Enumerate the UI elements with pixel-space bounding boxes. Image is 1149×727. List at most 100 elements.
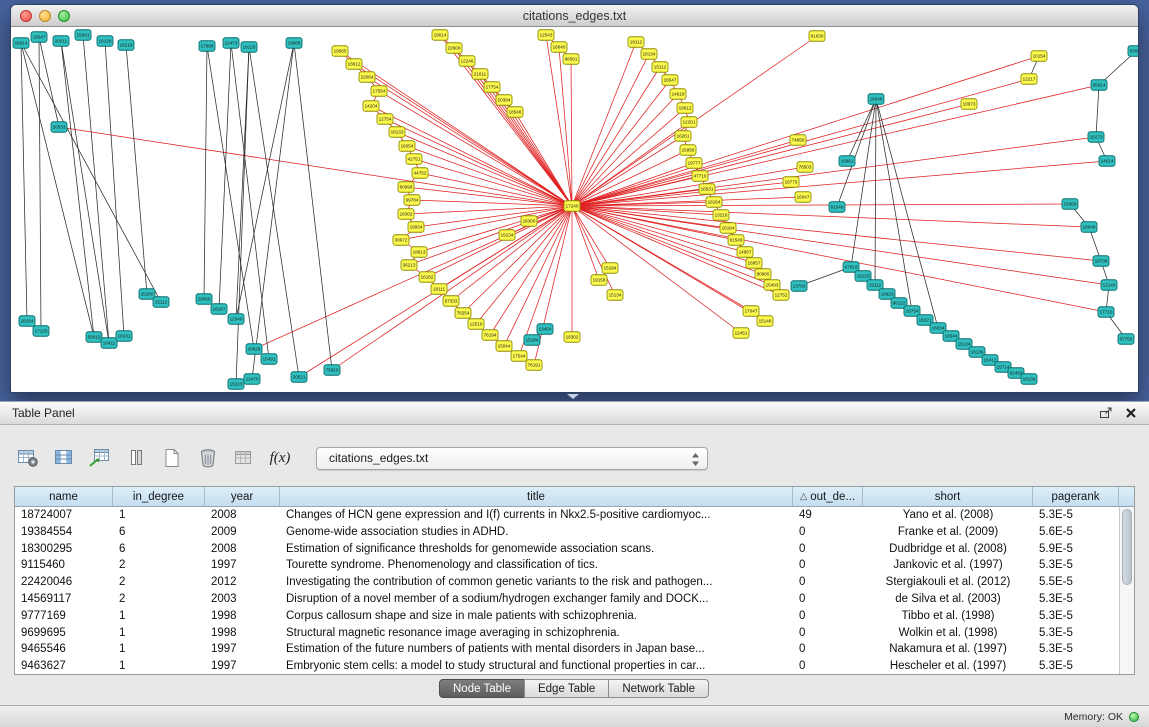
graph-node[interactable]: 15112 [652,62,668,73]
graph-node[interactable]: 12217 [1021,74,1037,85]
graph-node[interactable]: 59015 [86,332,102,343]
graph-node[interactable]: 16547 [662,75,678,86]
graph-edge[interactable] [451,206,572,301]
graph-node[interactable]: 20628 [246,344,262,355]
graph-edge[interactable] [572,85,1099,206]
graph-node[interactable]: 17754 [484,82,500,93]
graph-edge[interactable] [354,64,572,206]
table-row[interactable]: 969969511998Structural magnetic resonanc… [15,625,1119,642]
graph-node[interactable]: 16182 [419,272,435,283]
graph-node[interactable]: 20011 [53,36,69,47]
graph-node[interactable]: 18775 [783,177,799,188]
column-header-year[interactable]: year [205,487,280,506]
graph-node[interactable]: 15184 [602,263,618,274]
graph-edge[interactable] [572,167,805,206]
network-canvas[interactable]: 1724019565186122206417554142041275418133… [11,27,1138,392]
graph-node[interactable]: 96091 [563,54,579,65]
graph-edge[interactable] [572,137,1096,206]
graph-node[interactable]: 16219 [118,40,134,51]
graph-node[interactable]: 16164 [720,223,736,234]
graph-node[interactable]: 16047 [795,192,811,203]
graph-node[interactable]: 18957 [746,258,762,269]
graph-node[interactable]: 15112 [153,297,169,308]
table-scrollbar[interactable] [1119,507,1134,674]
graph-node[interactable]: 17999 [199,41,215,52]
graph-node[interactable]: 20059 [196,294,212,305]
graph-node[interactable]: 91549 [829,202,845,213]
graph-node[interactable]: 17125 [33,326,49,337]
graph-node[interactable]: 42751 [406,154,422,165]
graph-node[interactable]: 18134 [641,49,657,60]
graph-node[interactable]: 17544 [511,351,527,362]
graph-node[interactable]: 80998 [398,182,414,193]
graph-edge[interactable] [571,59,572,206]
graph-edge[interactable] [236,47,249,319]
graph-edge[interactable] [572,42,636,206]
graph-edge[interactable] [559,47,572,206]
column-chooser-icon[interactable] [122,444,150,472]
graph-node[interactable]: 18184 [19,316,35,327]
column-header-pagerank[interactable]: pagerank [1033,487,1119,506]
graph-node[interactable]: 18302 [564,332,580,343]
graph-node[interactable]: 19888 [286,38,302,49]
graph-node[interactable]: 76191 [526,360,542,371]
graph-node[interactable]: 19014 [432,30,448,41]
graph-edge[interactable] [401,206,572,240]
close-window-button[interactable] [20,10,32,22]
column-header-in_degree[interactable]: in_degree [113,487,205,506]
graph-edge[interactable] [83,35,109,343]
column-header-short[interactable]: short [863,487,1033,506]
graph-node[interactable]: 18547 [31,32,47,43]
table-settings-icon[interactable] [14,444,42,472]
graph-edge[interactable] [572,104,969,206]
network-file-select[interactable]: citations_edges.txt [316,447,708,470]
graph-node[interactable]: 74850 [790,135,806,146]
graph-node[interactable]: 59558 [1128,46,1138,57]
graph-node[interactable]: 99784 [404,195,420,206]
graph-node[interactable]: 15958 [1062,199,1078,210]
graph-node[interactable]: 15958 [680,145,696,156]
table-row[interactable]: 2242004622012Investigating the contribut… [15,574,1119,591]
graph-node[interactable]: 18613 [411,247,427,258]
tab-network-table[interactable]: Network Table [608,679,709,698]
graph-node[interactable]: 67750 [1118,334,1134,345]
graph-edge[interactable] [219,43,231,309]
graph-node[interactable]: 16048 [1081,222,1097,233]
graph-node[interactable]: 16261 [675,131,691,142]
graph-edge[interactable] [294,43,332,370]
graph-edge[interactable] [572,206,741,333]
graph-node[interactable]: 36213 [401,260,417,271]
import-table-icon[interactable] [86,444,114,472]
graph-edge[interactable] [21,43,27,321]
function-builder-icon[interactable]: f(x) [266,444,294,472]
graph-node[interactable]: 76254 [455,308,471,319]
graph-node[interactable]: 25260 [139,289,155,300]
graph-edge[interactable] [39,37,41,331]
graph-node[interactable]: 16273 [1088,132,1104,143]
show-columns-icon[interactable] [50,444,78,472]
delete-table-icon[interactable] [194,444,222,472]
graph-edge[interactable] [252,43,294,379]
graph-node[interactable]: 13454 [537,324,553,335]
graph-node[interactable]: 91549 [728,235,744,246]
graph-node[interactable]: 12543 [538,30,554,41]
graph-node[interactable]: 19612 [677,103,693,114]
graph-node[interactable]: 13793 [791,281,807,292]
graph-edge[interactable] [875,99,876,285]
graph-edge[interactable] [837,99,876,207]
graph-node[interactable]: 18128 [97,36,113,47]
graph-node[interactable]: 80965 [755,269,771,280]
column-header-title[interactable]: title [280,487,793,506]
graph-node[interactable]: 19158 [591,275,607,286]
graph-node[interactable]: 17554 [371,86,387,97]
new-table-icon[interactable] [158,444,186,472]
tab-edge-table[interactable]: Edge Table [524,679,609,698]
graph-node[interactable]: 20521 [291,372,307,383]
graph-node[interactable]: 15148 [757,316,773,327]
float-panel-icon[interactable] [1099,407,1113,420]
scrollbar-thumb[interactable] [1122,509,1132,585]
graph-node[interactable]: 19777 [686,158,702,169]
graph-node[interactable]: 18164 [706,197,722,208]
graph-node[interactable]: 10154 [1031,51,1047,62]
graph-node[interactable]: 18129 [241,42,257,53]
